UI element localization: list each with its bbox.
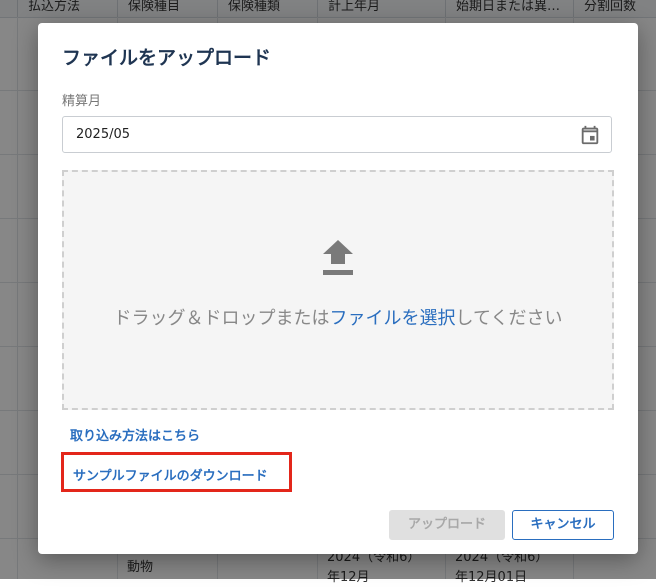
dropzone-text-after: してください [455, 308, 563, 329]
dialog-title: ファイルをアップロード [62, 47, 272, 69]
file-dropzone[interactable]: ドラッグ＆ドロップまたはファイルを選択してください [62, 170, 614, 410]
dropzone-text-before: ドラッグ＆ドロップまたは [113, 308, 330, 329]
calendar-icon[interactable] [579, 124, 601, 146]
month-date-field[interactable]: 2025/05 [62, 116, 612, 153]
sample-download-highlight: サンプルファイルのダウンロード [61, 452, 292, 492]
import-howto-link[interactable]: 取り込み方法はこちら [70, 425, 200, 444]
upload-dialog: ファイルをアップロード 精算月 2025/05 ドラッグ＆ドロップまたはファイル… [38, 23, 638, 554]
cancel-button[interactable]: キャンセル [512, 510, 614, 540]
sample-file-download-link[interactable]: サンプルファイルのダウンロード [73, 465, 268, 484]
month-date-value[interactable]: 2025/05 [76, 127, 130, 142]
upload-icon [323, 240, 353, 275]
select-file-link[interactable]: ファイルを選択 [330, 308, 456, 329]
dropzone-instruction: ドラッグ＆ドロップまたはファイルを選択してください [64, 304, 612, 330]
month-field-label: 精算月 [62, 94, 102, 109]
upload-button[interactable]: アップロード [389, 510, 505, 540]
